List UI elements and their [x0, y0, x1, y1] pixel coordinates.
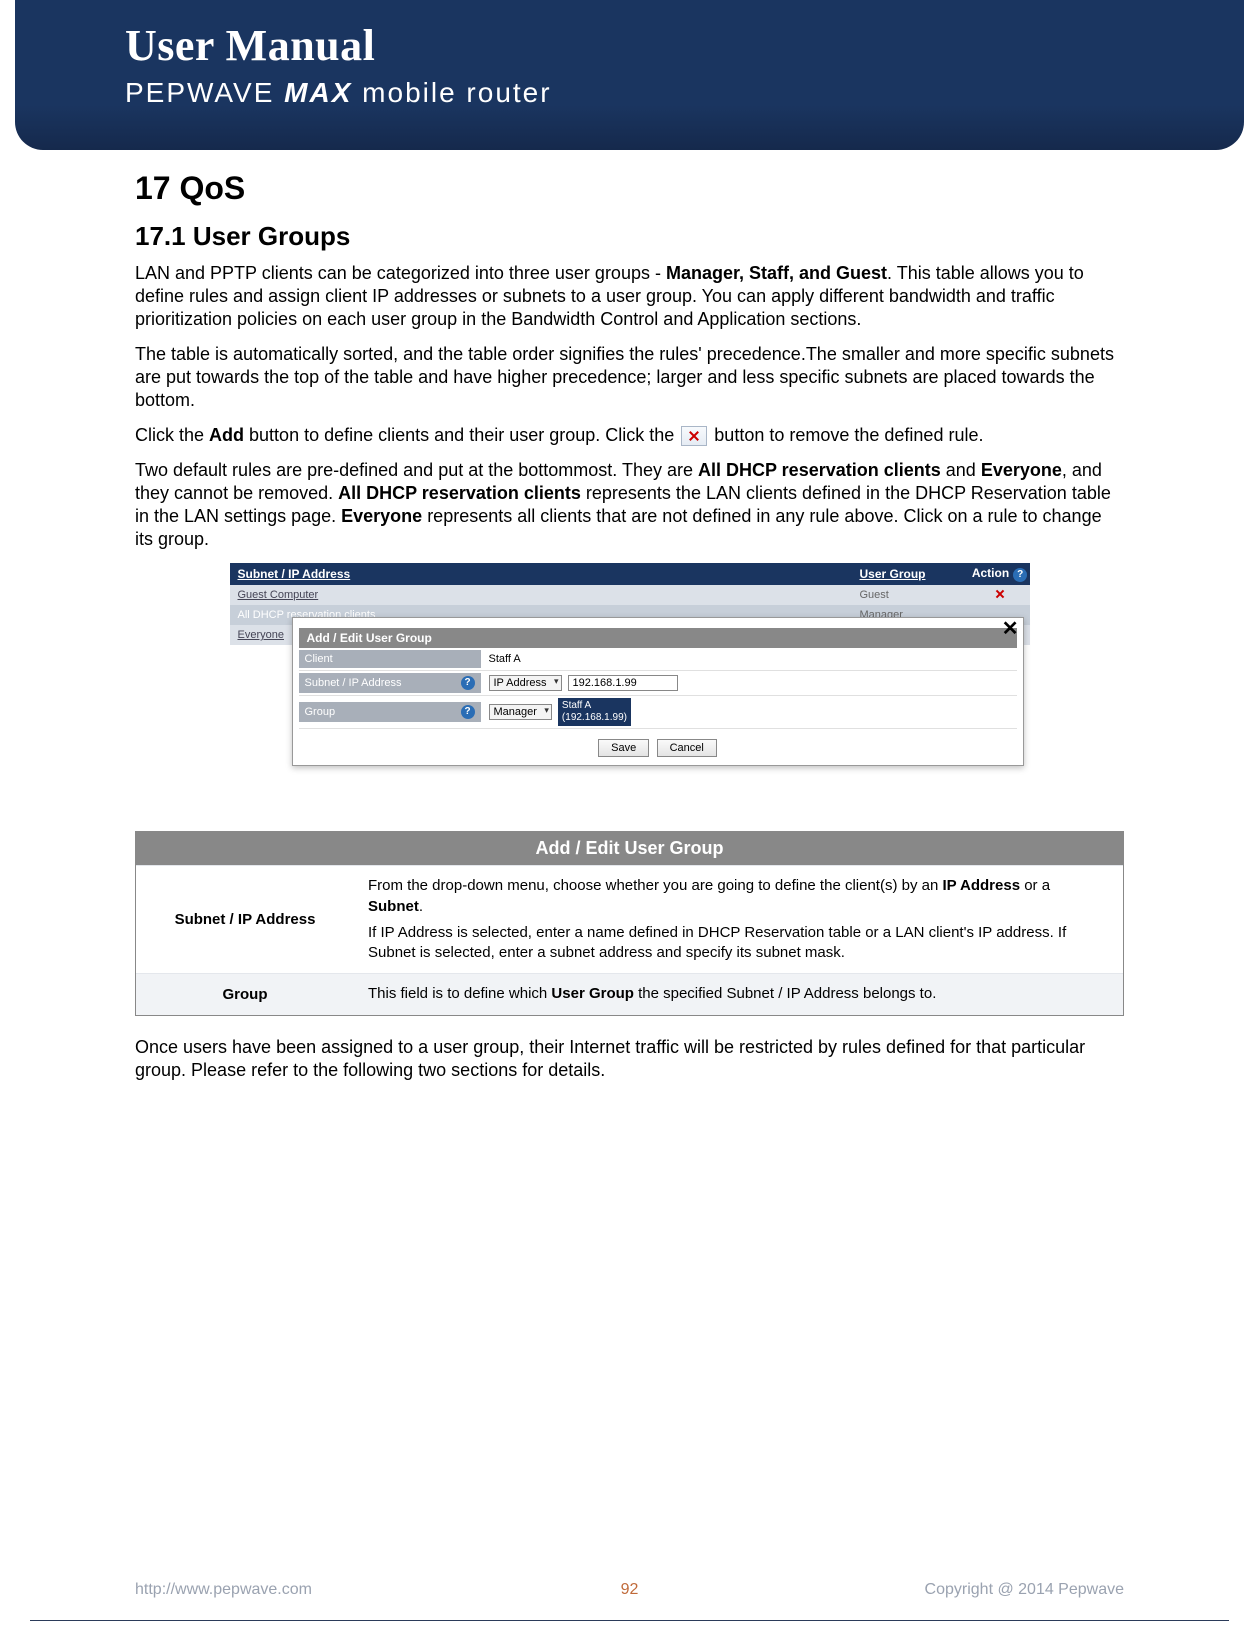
- paragraph-3: Click the Add button to define clients a…: [135, 424, 1124, 447]
- subnet-ip-input[interactable]: 192.168.1.99: [568, 675, 678, 691]
- product-rest: mobile router: [362, 77, 551, 108]
- desc-row-subnet: Subnet / IP Address From the drop-down m…: [136, 865, 1123, 973]
- table-row[interactable]: Guest Computer Guest: [230, 585, 1030, 605]
- group-select[interactable]: Manager: [489, 704, 552, 720]
- paragraph-1: LAN and PPTP clients can be categorized …: [135, 262, 1124, 331]
- col-subnet: Subnet / IP Address: [230, 567, 860, 581]
- col-action: Action?: [970, 566, 1030, 582]
- footer-url: http://www.pepwave.com: [135, 1581, 590, 1599]
- content-area: 17 QoS 17.1 User Groups LAN and PPTP cli…: [0, 150, 1259, 1082]
- subnet-type-select[interactable]: IP Address: [489, 675, 562, 691]
- manual-title: User Manual: [125, 20, 1244, 71]
- brand-name: PEPWAVE: [125, 77, 274, 108]
- subsection-heading: 17.1 User Groups: [135, 221, 1124, 252]
- document-page: User Manual PEPWAVE MAX mobile router 17…: [0, 0, 1259, 1651]
- popup-row-group: Group? Manager Staff A (192.168.1.99): [299, 696, 1017, 729]
- help-icon[interactable]: ?: [461, 676, 475, 690]
- table-header: Subnet / IP Address User Group Action?: [230, 563, 1030, 585]
- paragraph-4: Two default rules are pre-defined and pu…: [135, 459, 1124, 551]
- ui-screenshot: Subnet / IP Address User Group Action? G…: [135, 563, 1124, 805]
- paragraph-2: The table is automatically sorted, and t…: [135, 343, 1124, 412]
- manual-subtitle: PEPWAVE MAX mobile router: [125, 77, 1244, 109]
- edit-popup: ✕ Add / Edit User Group Client Staff A S…: [292, 617, 1024, 766]
- delete-icon: [681, 426, 707, 446]
- help-icon[interactable]: ?: [461, 705, 475, 719]
- help-icon[interactable]: ?: [1013, 568, 1027, 582]
- popup-row-subnet: Subnet / IP Address? IP Address 192.168.…: [299, 671, 1017, 696]
- product-name: MAX: [284, 77, 352, 108]
- popup-row-client: Client Staff A: [299, 648, 1017, 671]
- footer-copyright: Copyright @ 2014 Pepwave: [670, 1581, 1125, 1599]
- popup-title: Add / Edit User Group: [299, 628, 1017, 648]
- description-table: Add / Edit User Group Subnet / IP Addres…: [135, 831, 1124, 1015]
- close-icon[interactable]: ✕: [1002, 620, 1019, 638]
- delete-row-icon[interactable]: [994, 588, 1006, 600]
- desc-table-title: Add / Edit User Group: [136, 832, 1123, 865]
- document-header: User Manual PEPWAVE MAX mobile router: [15, 0, 1244, 150]
- footer-page-number: 92: [590, 1581, 670, 1599]
- cancel-button[interactable]: Cancel: [657, 739, 717, 757]
- save-button[interactable]: Save: [598, 739, 649, 757]
- section-heading: 17 QoS: [135, 170, 1124, 207]
- client-value: Staff A: [489, 653, 521, 665]
- footer-rule: [30, 1620, 1229, 1621]
- col-user-group: User Group: [860, 567, 970, 581]
- paragraph-5: Once users have been assigned to a user …: [135, 1036, 1124, 1082]
- tooltip: Staff A (192.168.1.99): [558, 698, 631, 726]
- desc-row-group: Group This field is to define which User…: [136, 973, 1123, 1014]
- page-footer: http://www.pepwave.com 92 Copyright @ 20…: [0, 1581, 1259, 1599]
